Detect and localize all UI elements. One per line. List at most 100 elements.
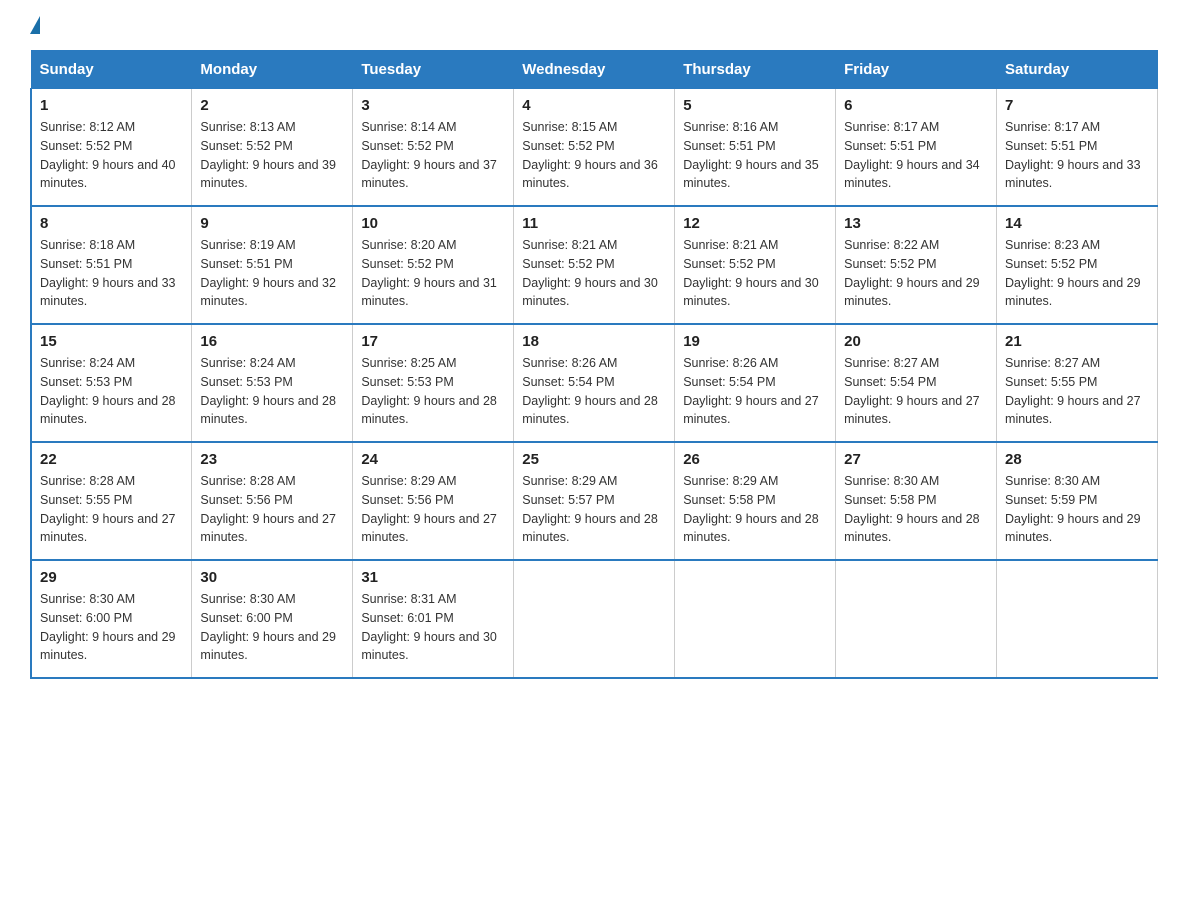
calendar-day-cell: 15 Sunrise: 8:24 AMSunset: 5:53 PMDaylig… — [31, 324, 192, 442]
day-number: 29 — [40, 569, 183, 586]
day-number: 6 — [844, 97, 988, 114]
day-info: Sunrise: 8:19 AMSunset: 5:51 PMDaylight:… — [200, 238, 336, 308]
day-info: Sunrise: 8:25 AMSunset: 5:53 PMDaylight:… — [361, 356, 497, 426]
calendar-day-cell: 16 Sunrise: 8:24 AMSunset: 5:53 PMDaylig… — [192, 324, 353, 442]
day-number: 20 — [844, 333, 988, 350]
day-info: Sunrise: 8:12 AMSunset: 5:52 PMDaylight:… — [40, 120, 176, 190]
day-number: 14 — [1005, 215, 1149, 232]
day-info: Sunrise: 8:26 AMSunset: 5:54 PMDaylight:… — [522, 356, 658, 426]
day-number: 23 — [200, 451, 344, 468]
calendar-table: SundayMondayTuesdayWednesdayThursdayFrid… — [30, 50, 1158, 679]
day-number: 3 — [361, 97, 505, 114]
day-number: 24 — [361, 451, 505, 468]
day-number: 22 — [40, 451, 183, 468]
calendar-day-cell: 4 Sunrise: 8:15 AMSunset: 5:52 PMDayligh… — [514, 89, 675, 207]
calendar-day-cell: 27 Sunrise: 8:30 AMSunset: 5:58 PMDaylig… — [836, 442, 997, 560]
calendar-day-cell: 21 Sunrise: 8:27 AMSunset: 5:55 PMDaylig… — [997, 324, 1158, 442]
day-info: Sunrise: 8:17 AMSunset: 5:51 PMDaylight:… — [1005, 120, 1141, 190]
calendar-week-row: 8 Sunrise: 8:18 AMSunset: 5:51 PMDayligh… — [31, 206, 1158, 324]
calendar-day-cell: 13 Sunrise: 8:22 AMSunset: 5:52 PMDaylig… — [836, 206, 997, 324]
day-number: 28 — [1005, 451, 1149, 468]
day-info: Sunrise: 8:24 AMSunset: 5:53 PMDaylight:… — [40, 356, 176, 426]
calendar-day-cell: 8 Sunrise: 8:18 AMSunset: 5:51 PMDayligh… — [31, 206, 192, 324]
day-info: Sunrise: 8:24 AMSunset: 5:53 PMDaylight:… — [200, 356, 336, 426]
calendar-week-row: 1 Sunrise: 8:12 AMSunset: 5:52 PMDayligh… — [31, 89, 1158, 207]
calendar-day-cell: 26 Sunrise: 8:29 AMSunset: 5:58 PMDaylig… — [675, 442, 836, 560]
calendar-day-cell: 31 Sunrise: 8:31 AMSunset: 6:01 PMDaylig… — [353, 560, 514, 678]
calendar-week-row: 15 Sunrise: 8:24 AMSunset: 5:53 PMDaylig… — [31, 324, 1158, 442]
day-info: Sunrise: 8:23 AMSunset: 5:52 PMDaylight:… — [1005, 238, 1141, 308]
dow-header-sunday: Sunday — [31, 51, 192, 89]
dow-header-saturday: Saturday — [997, 51, 1158, 89]
calendar-day-cell: 2 Sunrise: 8:13 AMSunset: 5:52 PMDayligh… — [192, 89, 353, 207]
calendar-day-cell: 12 Sunrise: 8:21 AMSunset: 5:52 PMDaylig… — [675, 206, 836, 324]
day-number: 16 — [200, 333, 344, 350]
day-number: 1 — [40, 97, 183, 114]
day-number: 12 — [683, 215, 827, 232]
day-number: 4 — [522, 97, 666, 114]
day-number: 5 — [683, 97, 827, 114]
calendar-day-cell: 9 Sunrise: 8:19 AMSunset: 5:51 PMDayligh… — [192, 206, 353, 324]
calendar-day-cell: 7 Sunrise: 8:17 AMSunset: 5:51 PMDayligh… — [997, 89, 1158, 207]
calendar-body: 1 Sunrise: 8:12 AMSunset: 5:52 PMDayligh… — [31, 89, 1158, 679]
day-info: Sunrise: 8:16 AMSunset: 5:51 PMDaylight:… — [683, 120, 819, 190]
day-info: Sunrise: 8:28 AMSunset: 5:55 PMDaylight:… — [40, 474, 176, 544]
day-info: Sunrise: 8:30 AMSunset: 5:59 PMDaylight:… — [1005, 474, 1141, 544]
day-number: 17 — [361, 333, 505, 350]
calendar-day-cell: 23 Sunrise: 8:28 AMSunset: 5:56 PMDaylig… — [192, 442, 353, 560]
dow-header-friday: Friday — [836, 51, 997, 89]
day-info: Sunrise: 8:27 AMSunset: 5:54 PMDaylight:… — [844, 356, 980, 426]
day-info: Sunrise: 8:29 AMSunset: 5:56 PMDaylight:… — [361, 474, 497, 544]
day-number: 30 — [200, 569, 344, 586]
day-number: 31 — [361, 569, 505, 586]
day-info: Sunrise: 8:31 AMSunset: 6:01 PMDaylight:… — [361, 592, 497, 662]
calendar-day-cell: 28 Sunrise: 8:30 AMSunset: 5:59 PMDaylig… — [997, 442, 1158, 560]
day-number: 7 — [1005, 97, 1149, 114]
day-number: 27 — [844, 451, 988, 468]
day-info: Sunrise: 8:26 AMSunset: 5:54 PMDaylight:… — [683, 356, 819, 426]
logo-triangle-icon — [30, 16, 40, 34]
logo — [30, 20, 40, 34]
dow-header-thursday: Thursday — [675, 51, 836, 89]
calendar-day-cell: 5 Sunrise: 8:16 AMSunset: 5:51 PMDayligh… — [675, 89, 836, 207]
day-number: 19 — [683, 333, 827, 350]
day-number: 13 — [844, 215, 988, 232]
day-info: Sunrise: 8:30 AMSunset: 6:00 PMDaylight:… — [200, 592, 336, 662]
day-info: Sunrise: 8:14 AMSunset: 5:52 PMDaylight:… — [361, 120, 497, 190]
calendar-day-cell: 19 Sunrise: 8:26 AMSunset: 5:54 PMDaylig… — [675, 324, 836, 442]
day-info: Sunrise: 8:15 AMSunset: 5:52 PMDaylight:… — [522, 120, 658, 190]
day-number: 2 — [200, 97, 344, 114]
day-number: 26 — [683, 451, 827, 468]
day-number: 18 — [522, 333, 666, 350]
calendar-day-cell: 1 Sunrise: 8:12 AMSunset: 5:52 PMDayligh… — [31, 89, 192, 207]
day-number: 25 — [522, 451, 666, 468]
day-info: Sunrise: 8:30 AMSunset: 5:58 PMDaylight:… — [844, 474, 980, 544]
day-info: Sunrise: 8:21 AMSunset: 5:52 PMDaylight:… — [683, 238, 819, 308]
calendar-day-cell: 22 Sunrise: 8:28 AMSunset: 5:55 PMDaylig… — [31, 442, 192, 560]
calendar-day-cell: 10 Sunrise: 8:20 AMSunset: 5:52 PMDaylig… — [353, 206, 514, 324]
day-number: 10 — [361, 215, 505, 232]
day-of-week-header-row: SundayMondayTuesdayWednesdayThursdayFrid… — [31, 51, 1158, 89]
calendar-day-cell — [514, 560, 675, 678]
day-info: Sunrise: 8:22 AMSunset: 5:52 PMDaylight:… — [844, 238, 980, 308]
day-number: 21 — [1005, 333, 1149, 350]
dow-header-tuesday: Tuesday — [353, 51, 514, 89]
day-info: Sunrise: 8:29 AMSunset: 5:58 PMDaylight:… — [683, 474, 819, 544]
day-info: Sunrise: 8:29 AMSunset: 5:57 PMDaylight:… — [522, 474, 658, 544]
calendar-day-cell — [675, 560, 836, 678]
calendar-day-cell: 17 Sunrise: 8:25 AMSunset: 5:53 PMDaylig… — [353, 324, 514, 442]
calendar-day-cell: 18 Sunrise: 8:26 AMSunset: 5:54 PMDaylig… — [514, 324, 675, 442]
day-number: 11 — [522, 215, 666, 232]
dow-header-wednesday: Wednesday — [514, 51, 675, 89]
day-number: 8 — [40, 215, 183, 232]
day-number: 9 — [200, 215, 344, 232]
calendar-day-cell: 6 Sunrise: 8:17 AMSunset: 5:51 PMDayligh… — [836, 89, 997, 207]
calendar-day-cell: 3 Sunrise: 8:14 AMSunset: 5:52 PMDayligh… — [353, 89, 514, 207]
calendar-day-cell: 20 Sunrise: 8:27 AMSunset: 5:54 PMDaylig… — [836, 324, 997, 442]
calendar-day-cell — [997, 560, 1158, 678]
day-number: 15 — [40, 333, 183, 350]
calendar-week-row: 22 Sunrise: 8:28 AMSunset: 5:55 PMDaylig… — [31, 442, 1158, 560]
calendar-day-cell: 29 Sunrise: 8:30 AMSunset: 6:00 PMDaylig… — [31, 560, 192, 678]
page-header — [30, 20, 1158, 34]
calendar-week-row: 29 Sunrise: 8:30 AMSunset: 6:00 PMDaylig… — [31, 560, 1158, 678]
